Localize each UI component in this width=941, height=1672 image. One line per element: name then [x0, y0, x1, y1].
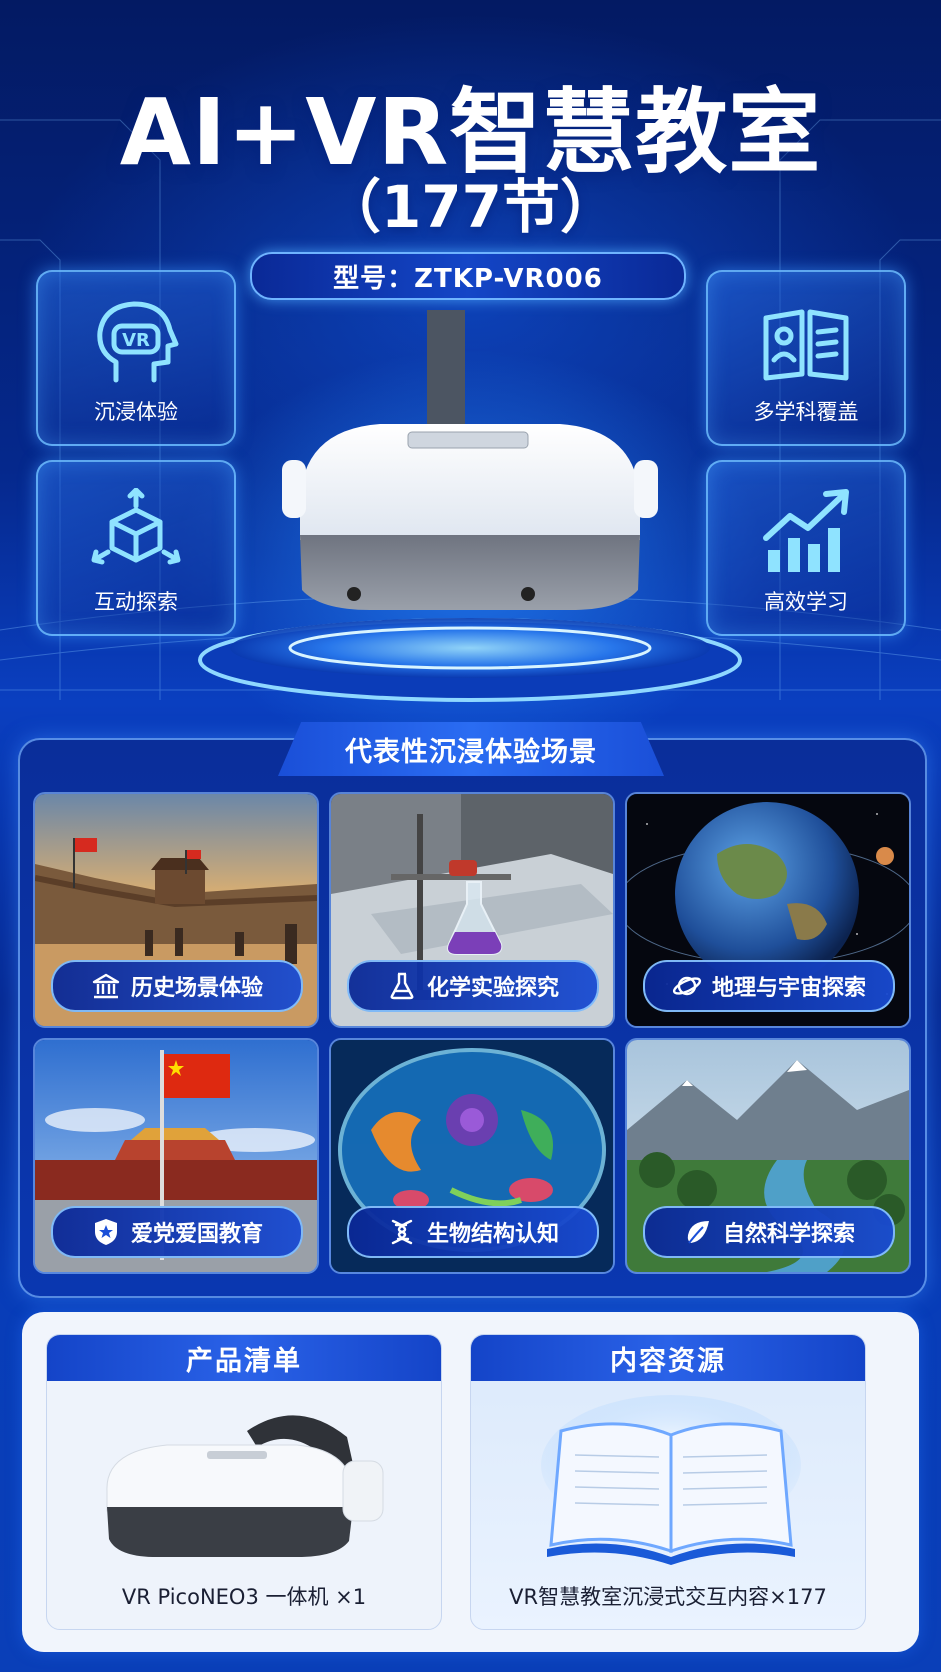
scene-label-pill: 爱党爱国教育 — [51, 1206, 303, 1258]
dna-icon — [391, 1219, 413, 1245]
open-book-icon — [763, 309, 849, 381]
scene-card-nature[interactable]: 自然科学探索 — [625, 1038, 911, 1274]
flask-icon — [390, 972, 414, 1000]
content-resources-panel: 内容资源 VR智慧教室沉浸式交互内容×177 — [470, 1334, 866, 1630]
pico-headset-image — [106, 1415, 384, 1557]
vr-head-icon: VR — [97, 301, 179, 383]
content-resources-title: 内容资源 — [471, 1335, 865, 1381]
vr-headset-hero-image — [198, 310, 742, 702]
scene-label-pill: 地理与宇宙探索 — [643, 960, 895, 1012]
glowing-book-image — [541, 1395, 801, 1565]
scene-label: 化学实验探究 — [426, 976, 559, 1001]
scene-label: 地理与宇宙探索 — [711, 976, 866, 1001]
scene-label-pill: 自然科学探索 — [643, 1206, 895, 1258]
scene-label-pill: 生物结构认知 — [347, 1206, 599, 1258]
svg-text:VR: VR — [122, 330, 150, 351]
scene-label: 历史场景体验 — [130, 976, 263, 1001]
scene-card-biology[interactable]: 生物结构认知 — [329, 1038, 615, 1274]
product-list-panel: 产品清单 VR PicoNEO3 一体机 ×1 — [46, 1334, 442, 1630]
museum-icon — [92, 973, 120, 999]
scene-card-history[interactable]: 历史场景体验 — [33, 792, 319, 1028]
scene-card-geography[interactable]: 地理与宇宙探索 — [625, 792, 911, 1028]
scene-label: 生物结构认知 — [426, 1222, 559, 1247]
lesson-count-subtitle: （177节） — [322, 173, 619, 241]
content-resources-caption: VR智慧教室沉浸式交互内容×177 — [509, 1585, 827, 1609]
cube-interact-icon — [91, 488, 181, 565]
scene-label-pill: 化学实验探究 — [347, 960, 599, 1012]
growth-chart-icon — [763, 489, 849, 572]
poster: AI+VR智慧教室 （177节） 型号：ZTKP-VR006 VR 沉浸体验 互… — [0, 0, 941, 1672]
model-badge: 型号：ZTKP-VR006 — [250, 252, 686, 300]
star-shield-icon — [94, 1219, 117, 1245]
scene-label-pill: 历史场景体验 — [51, 960, 303, 1012]
scene-label: 爱党爱国教育 — [130, 1222, 263, 1247]
scene-card-chemistry[interactable]: 化学实验探究 — [329, 792, 615, 1028]
scenes-section-title: 代表性沉浸体验场景 — [278, 722, 664, 776]
product-list-caption: VR PicoNEO3 一体机 ×1 — [121, 1585, 367, 1609]
product-list-title: 产品清单 — [47, 1335, 441, 1381]
leaf-icon — [687, 1221, 709, 1244]
scene-label: 自然科学探索 — [722, 1222, 855, 1247]
planet-icon — [672, 976, 702, 996]
scene-card-patriotic[interactable]: 爱党爱国教育 — [33, 1038, 319, 1274]
